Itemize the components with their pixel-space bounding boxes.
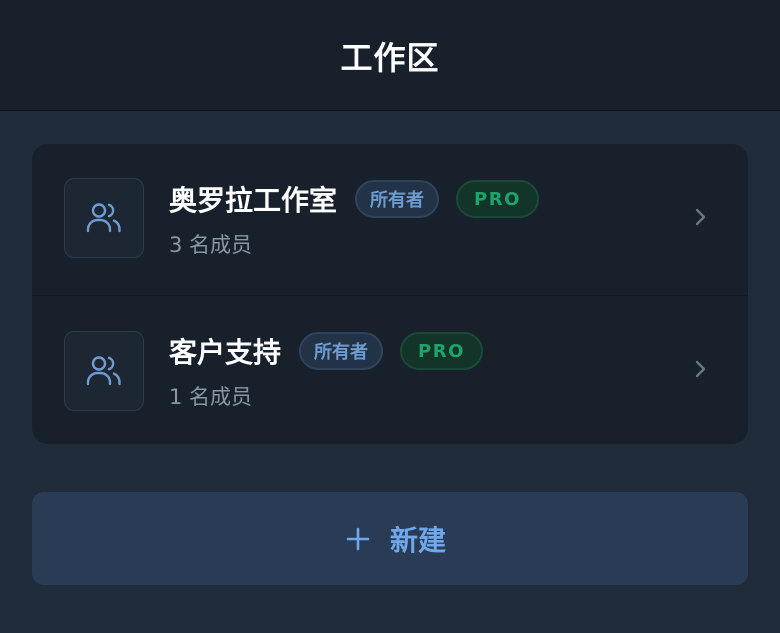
users-icon — [86, 203, 121, 233]
workspace-row-aurora-studio[interactable]: 奥罗拉工作室 所有者 PRO 3 名成员 — [32, 144, 748, 295]
workspace-name: 奥罗拉工作室 — [169, 184, 338, 217]
chevron-right-icon — [695, 360, 706, 378]
plus-icon — [346, 527, 370, 550]
chevron-right-icon — [695, 208, 706, 226]
workspace-list: 奥罗拉工作室 所有者 PRO 3 名成员 客户支持 所有者 PRO 1 名成员 — [32, 144, 748, 444]
pro-badge: PRO — [400, 332, 483, 370]
top-bar: 工作区 — [0, 0, 780, 111]
owner-badge: 所有者 — [355, 180, 440, 218]
owner-badge: 所有者 — [299, 332, 384, 370]
new-button-label: 新建 — [389, 523, 446, 557]
page-title: 工作区 — [340, 39, 440, 77]
workspace-avatar — [64, 331, 144, 411]
new-button-content: 新建 — [346, 519, 446, 559]
member-count: 1 名成员 — [169, 385, 253, 409]
pro-badge: PRO — [456, 180, 539, 218]
workspace-avatar — [64, 178, 144, 258]
member-count: 3 名成员 — [169, 233, 253, 257]
users-icon — [86, 356, 121, 386]
new-workspace-button[interactable]: 新建 — [32, 492, 748, 585]
workspace-name: 客户支持 — [169, 336, 282, 369]
workspace-row-customer-support[interactable]: 客户支持 所有者 PRO 1 名成员 — [32, 295, 748, 444]
workspace-title-line: 奥罗拉工作室 所有者 PRO — [169, 178, 556, 220]
workspace-title-line: 客户支持 所有者 PRO — [169, 330, 500, 372]
